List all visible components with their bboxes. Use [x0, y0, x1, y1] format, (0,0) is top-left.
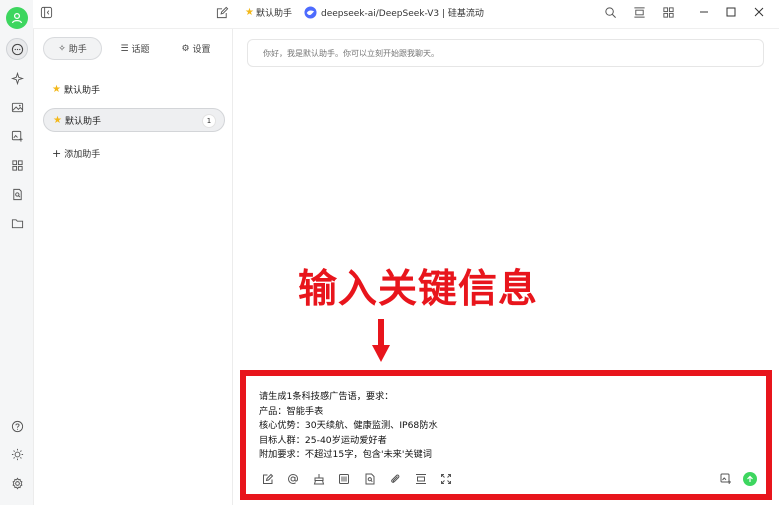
- edit-icon: [262, 473, 273, 484]
- agents-nav-button[interactable]: [6, 67, 28, 89]
- down-arrow-icon: [372, 319, 390, 362]
- assistants-panel: ✧ 助手 ☰ 话题 ⚙ 设置 ★ 默认助手 ★ 默认助手 1 + 添加助手: [34, 29, 233, 505]
- assistant-item-selected[interactable]: ★ 默认助手 1: [43, 108, 225, 132]
- input-line: 产品：智能手表: [259, 405, 324, 417]
- maximize-button[interactable]: [725, 6, 737, 18]
- close-button[interactable]: [753, 6, 765, 18]
- star-icon: ★: [53, 114, 62, 126]
- user-icon: [11, 12, 23, 24]
- tab-assistants-label: 助手: [68, 45, 87, 55]
- new-topic-button[interactable]: [259, 472, 276, 486]
- deepseek-logo-icon: [304, 6, 317, 19]
- attach-button[interactable]: [387, 472, 404, 486]
- annotation-text: 输入关键信息: [298, 267, 539, 312]
- gear-icon: [12, 477, 22, 489]
- clear-button[interactable]: [310, 472, 327, 486]
- current-assistant[interactable]: ★ 默认助手: [245, 6, 292, 19]
- message-input-text[interactable]: 请生成1条科技感广告语，要求： 产品：智能手表 核心优势：30天续航、健康监测、…: [259, 390, 438, 463]
- tab-settings-label: 设置: [192, 45, 211, 55]
- star-icon: ★: [52, 83, 61, 95]
- tab-topics[interactable]: ☰ 话题: [106, 37, 164, 60]
- apps-nav-button[interactable]: [6, 154, 28, 176]
- tab-settings[interactable]: ⚙ 设置: [167, 37, 225, 60]
- sidebar-toggle-icon: [40, 6, 53, 19]
- add-assistant-label: 添加助手: [64, 149, 101, 160]
- model-label: deepseek-ai/DeepSeek-V3 | 硅基流动: [321, 9, 484, 19]
- folder-icon: [11, 218, 23, 228]
- knowledge-nav-button[interactable]: [6, 183, 28, 205]
- topic-count-badge: 1: [202, 114, 216, 128]
- sun-icon: [11, 448, 23, 460]
- sparkle-icon: [10, 71, 24, 85]
- web-search-button[interactable]: [361, 472, 378, 486]
- chat-nav-button[interactable]: [6, 38, 28, 60]
- new-chat-button[interactable]: [216, 6, 229, 19]
- help-icon: [11, 420, 23, 432]
- add-assistant-button[interactable]: + 添加助手: [43, 141, 225, 165]
- search-button[interactable]: [604, 6, 617, 19]
- translate-nav-button[interactable]: [6, 125, 28, 147]
- paperclip-icon: [391, 474, 400, 483]
- input-line: 请生成1条科技感广告语，要求：: [259, 391, 394, 402]
- message-input-box[interactable]: 请生成1条科技感广告语，要求： 产品：智能手表 核心优势：30天续航、健康监测、…: [240, 370, 772, 500]
- arrow-up-icon: [747, 475, 753, 482]
- input-line: 核心优势：30天续航、健康监测、IP68防水: [259, 420, 438, 431]
- input-line: 附加要求：不超过15字，包含'未来'关键词: [259, 449, 432, 460]
- broom-icon: [313, 474, 324, 485]
- document-search-icon: [12, 188, 22, 200]
- minimize-button[interactable]: [698, 6, 710, 18]
- send-button[interactable]: [743, 472, 757, 486]
- model-selector[interactable]: deepseek-ai/DeepSeek-V3 | 硅基流动: [304, 6, 484, 19]
- user-avatar[interactable]: [6, 7, 28, 29]
- chat-bubble-icon: [11, 43, 23, 55]
- image-translate-icon: [11, 130, 23, 142]
- plus-icon: +: [52, 146, 62, 160]
- current-assistant-name: 默认助手: [255, 9, 292, 19]
- knowledge-button[interactable]: [336, 472, 353, 486]
- minimize-icon: [700, 11, 708, 13]
- paint-nav-button[interactable]: [6, 96, 28, 118]
- document-search-icon: [365, 473, 374, 485]
- image-icon: [11, 102, 23, 112]
- layout-button[interactable]: [633, 6, 646, 19]
- expand-icon: [441, 474, 451, 484]
- search-icon: [605, 7, 616, 18]
- files-nav-button[interactable]: [6, 212, 28, 234]
- edit-icon: [216, 6, 229, 19]
- grid-icon: [11, 159, 23, 171]
- maximize-icon: [726, 7, 736, 17]
- mention-button[interactable]: [285, 472, 302, 486]
- panel-tabs: ✧ 助手 ☰ 话题 ⚙ 设置: [43, 37, 224, 60]
- assistant-item-label: 默认助手: [64, 116, 101, 127]
- help-button[interactable]: [6, 415, 28, 437]
- list-icon: ☰: [120, 43, 129, 54]
- at-icon: [287, 473, 299, 485]
- theme-toggle-button[interactable]: [6, 443, 28, 465]
- assistant-item[interactable]: ★ 默认助手: [43, 77, 225, 101]
- gear-icon: ⚙: [181, 43, 190, 54]
- sparkle-icon: ✧: [58, 43, 66, 54]
- settings-nav-button[interactable]: [6, 472, 28, 494]
- input-toolbar: [259, 472, 463, 486]
- image-translate-button[interactable]: [719, 472, 733, 486]
- toggle-sidebar-button[interactable]: [40, 6, 53, 19]
- top-bar: ★ 默认助手 deepseek-ai/DeepSeek-V3 | 硅基流动: [33, 0, 779, 29]
- tab-assistants[interactable]: ✧ 助手: [43, 37, 102, 60]
- left-rail: [0, 0, 34, 505]
- library-icon: [339, 474, 349, 484]
- fullscreen-button[interactable]: [438, 472, 455, 486]
- close-icon: [754, 7, 764, 17]
- tab-topics-label: 话题: [131, 45, 150, 55]
- layout-icon: [634, 7, 645, 18]
- apps-button[interactable]: [662, 6, 675, 19]
- star-icon: ★: [245, 7, 254, 18]
- greeting-message: 你好，我是默认助手。你可以立刻开始跟我聊天。: [247, 39, 764, 67]
- image-translate-icon: [720, 473, 731, 484]
- assistant-item-label: 默认助手: [63, 85, 100, 96]
- expand-input-button[interactable]: [412, 472, 429, 486]
- layout-icon: [415, 474, 426, 484]
- grid-icon: [663, 7, 674, 18]
- input-line: 目标人群：25-40岁运动爱好者: [259, 434, 387, 446]
